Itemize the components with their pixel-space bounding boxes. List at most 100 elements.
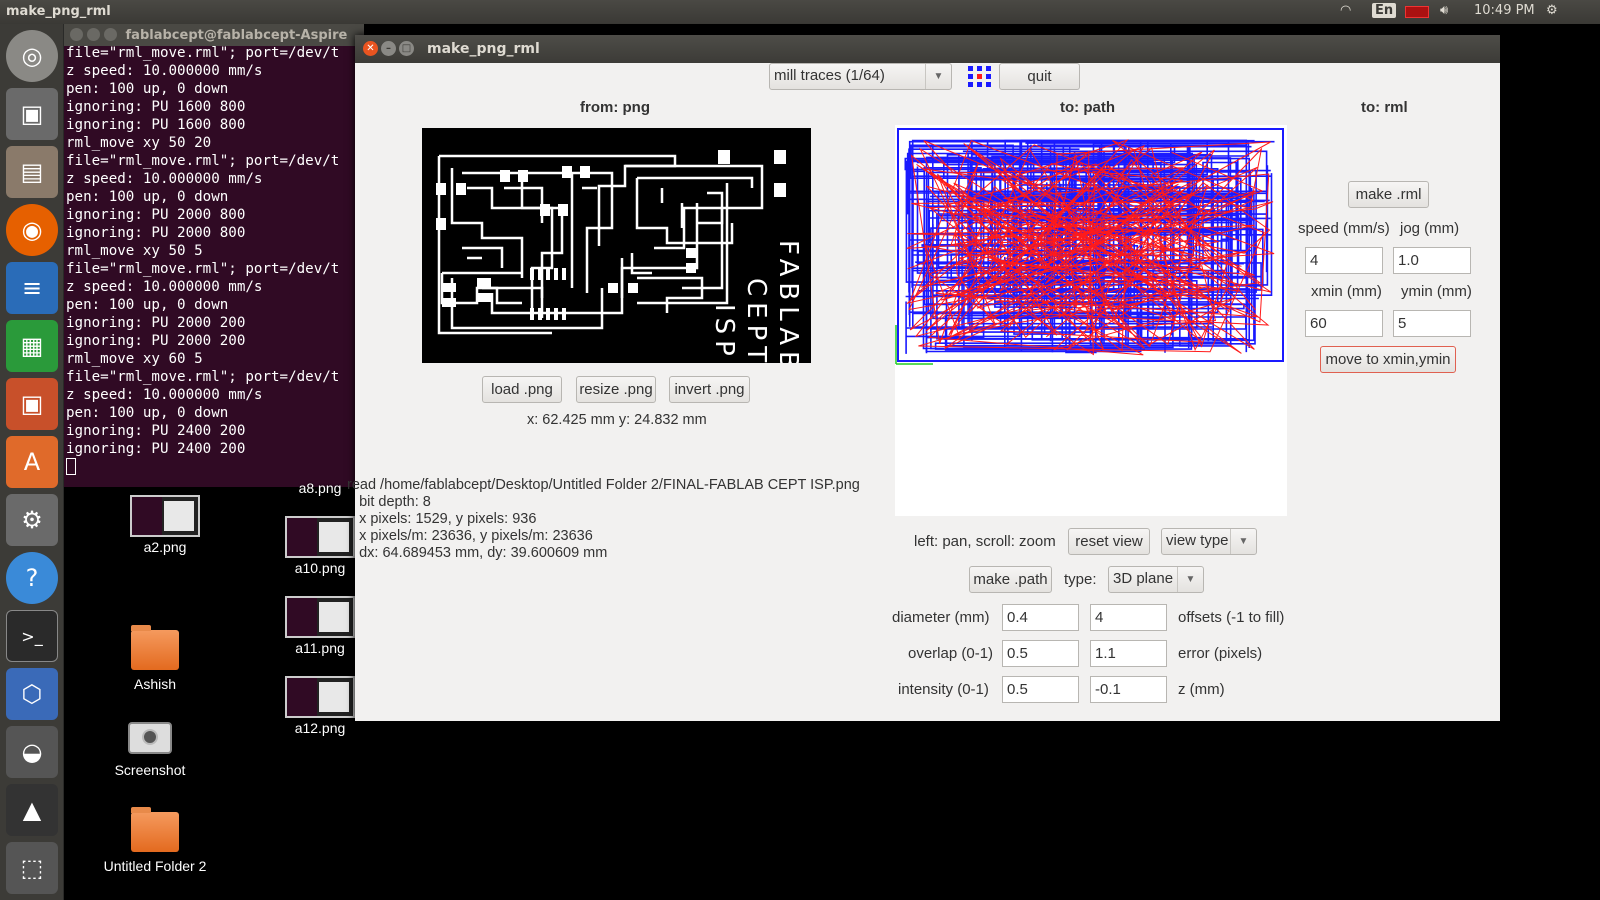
- mode-dropdown[interactable]: mill traces (1/64) ▼: [769, 63, 952, 90]
- ubuntu-dash-icon[interactable]: ◎: [6, 30, 58, 82]
- clock[interactable]: 10:49 PM: [1474, 3, 1535, 18]
- chevron-down-icon: ▼: [925, 64, 951, 89]
- image-thumbnail: [285, 676, 355, 718]
- terminal-line: rml_move xy 50 20: [66, 135, 212, 151]
- desktop-file-a11[interactable]: a11.png: [275, 596, 365, 656]
- terminal-window[interactable]: fablabcept@fablabcept-Aspire file="rml_m…: [64, 24, 364, 487]
- grid-icon[interactable]: [967, 65, 992, 88]
- battery-icon[interactable]: [1405, 6, 1429, 18]
- folder-icon: [131, 807, 179, 852]
- window-titlebar[interactable]: ✕ – □ make_png_rml: [355, 35, 1500, 63]
- maximize-icon[interactable]: □: [399, 41, 414, 56]
- path-type-dropdown[interactable]: 3D plane ▼: [1108, 566, 1204, 593]
- desktop-folder-label: Untitled Folder 2: [103, 858, 207, 874]
- offsets-input[interactable]: [1090, 604, 1167, 631]
- minimize-icon[interactable]: –: [381, 41, 396, 56]
- diameter-input[interactable]: [1002, 604, 1079, 631]
- terminal-line: z speed: 10.000000 mm/s: [66, 387, 263, 403]
- intensity-input[interactable]: [1002, 676, 1079, 703]
- maximize-icon[interactable]: [104, 28, 117, 41]
- jog-input[interactable]: [1393, 247, 1471, 274]
- terminal-titlebar[interactable]: fablabcept@fablabcept-Aspire: [64, 24, 364, 46]
- invert-png-button[interactable]: invert .png: [669, 376, 750, 403]
- camera-icon[interactable]: ▣: [6, 88, 58, 140]
- image-thumbnail: [285, 596, 355, 638]
- desktop-folder-label: Screenshot: [114, 762, 186, 778]
- desktop-file-label: a12.png: [294, 720, 346, 736]
- window-title: make_png_rml: [427, 41, 540, 57]
- offsets-label: offsets (-1 to fill): [1178, 609, 1285, 626]
- volume-icon[interactable]: 🔊︎: [1440, 3, 1448, 18]
- ymin-input[interactable]: [1393, 310, 1471, 337]
- file-info-text: read /home/fablabcept/Desktop/Untitled F…: [347, 477, 860, 561]
- pcb-label-cept: CEPT: [741, 278, 771, 363]
- settings-gear-icon[interactable]: ⚙: [1546, 3, 1558, 18]
- close-icon[interactable]: [70, 28, 83, 41]
- files-icon[interactable]: ▤: [6, 146, 58, 198]
- diameter-label: diameter (mm): [892, 609, 990, 626]
- quit-button[interactable]: quit: [999, 63, 1080, 90]
- desktop-file-a12[interactable]: a12.png: [275, 676, 365, 736]
- desktop-file-label: a2.png: [143, 539, 187, 555]
- xmin-input[interactable]: [1305, 310, 1383, 337]
- desktop-folder-ashish[interactable]: Ashish: [110, 625, 200, 692]
- minimize-icon[interactable]: [87, 28, 100, 41]
- make-png-rml-window[interactable]: ✕ – □ make_png_rml mill traces (1/64) ▼ …: [347, 35, 1500, 721]
- writer-icon[interactable]: ≡: [6, 262, 58, 314]
- make-path-button[interactable]: make .path: [969, 566, 1052, 593]
- trash-icon[interactable]: ⬚: [6, 842, 58, 894]
- help-icon[interactable]: ?: [6, 552, 58, 604]
- reset-view-button[interactable]: reset view: [1068, 528, 1150, 555]
- terminal-line: pen: 100 up, 0 down: [66, 81, 229, 97]
- terminal-line: file="rml_move.rml"; port=/dev/t: [66, 153, 340, 169]
- terminal-line: rml_move xy 50 5: [66, 243, 203, 259]
- keyboard-language-indicator[interactable]: En: [1372, 3, 1397, 18]
- from-png-header: from: png: [580, 99, 650, 116]
- impress-icon[interactable]: ▣: [6, 378, 58, 430]
- resize-png-button[interactable]: resize .png: [576, 376, 656, 403]
- load-png-button[interactable]: load .png: [482, 376, 562, 403]
- terminal-line: file="rml_move.rml"; port=/dev/t: [66, 45, 340, 61]
- gimp-icon[interactable]: ◒: [6, 726, 58, 778]
- image-thumbnail: [285, 516, 355, 558]
- make-rml-button[interactable]: make .rml: [1348, 181, 1429, 208]
- terminal-line: ignoring: PU 2000 200: [66, 315, 246, 331]
- desktop-file-label: a11.png: [295, 640, 345, 656]
- speed-input[interactable]: [1305, 247, 1383, 274]
- mode-value: mill traces (1/64): [774, 67, 885, 84]
- terminal-output[interactable]: file="rml_move.rml"; port=/dev/t z speed…: [64, 44, 364, 477]
- grid-icon-svg: [968, 66, 991, 87]
- terminal-icon[interactable]: >_: [6, 610, 58, 662]
- z-input[interactable]: [1090, 676, 1167, 703]
- terminal-cursor: [66, 458, 76, 475]
- to-rml-header: to: rml: [1361, 99, 1408, 116]
- move-to-xmin-ymin-button[interactable]: move to xmin,ymin: [1320, 346, 1456, 373]
- png-preview-image[interactable]: FABLAB CEPT ISP: [422, 128, 811, 375]
- desktop-file-label: a8.png: [298, 480, 342, 496]
- desktop-folder-screenshot[interactable]: Screenshot: [100, 722, 200, 778]
- desktop-folder-untitled[interactable]: Untitled Folder 2: [90, 807, 220, 874]
- wifi-icon[interactable]: ◠: [1340, 3, 1351, 18]
- view-type-dropdown[interactable]: view type ▼: [1161, 528, 1257, 555]
- terminal-line: ignoring: PU 2000 200: [66, 333, 246, 349]
- camera-icon: [128, 722, 172, 754]
- calc-icon[interactable]: ▦: [6, 320, 58, 372]
- python-icon[interactable]: ⬡: [6, 668, 58, 720]
- pcb-traces-svg: FABLAB CEPT ISP: [436, 150, 803, 375]
- path-preview-canvas[interactable]: [895, 125, 1287, 516]
- software-center-icon[interactable]: A: [6, 436, 58, 488]
- close-icon[interactable]: ✕: [363, 41, 378, 56]
- terminal-line: z speed: 10.000000 mm/s: [66, 279, 263, 295]
- ymin-label: ymin (mm): [1401, 283, 1472, 300]
- terminal-line: pen: 100 up, 0 down: [66, 189, 229, 205]
- overlap-input[interactable]: [1002, 640, 1079, 667]
- terminal-line: ignoring: PU 1600 800: [66, 117, 246, 133]
- inkscape-icon[interactable]: ▲: [6, 784, 58, 836]
- error-input[interactable]: [1090, 640, 1167, 667]
- terminal-line: ignoring: PU 2000 800: [66, 207, 246, 223]
- desktop-file-a2[interactable]: a2.png: [120, 495, 210, 555]
- type-label: type:: [1064, 571, 1097, 588]
- launcher: ◎ ▣ ▤ ◉ ≡ ▦ ▣ A ⚙ ? >_ ⬡ ◒ ▲ ⬚: [0, 24, 64, 900]
- firefox-icon[interactable]: ◉: [6, 204, 58, 256]
- system-settings-icon[interactable]: ⚙: [6, 494, 58, 546]
